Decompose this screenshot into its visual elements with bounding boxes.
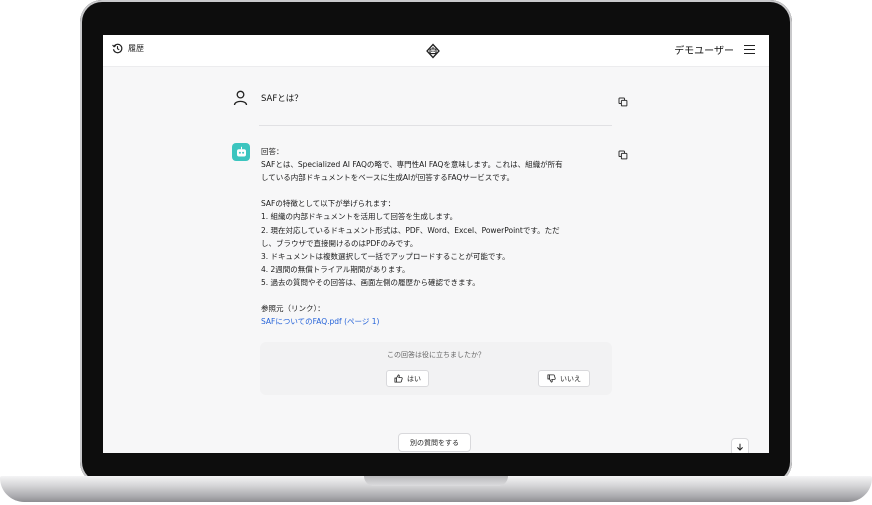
user-question: SAFとは？ xyxy=(261,94,303,104)
scroll-down-button[interactable] xyxy=(731,438,749,453)
history-label: 履歴 xyxy=(128,44,144,53)
bot-avatar xyxy=(232,143,250,161)
feedback-yes-label: はい xyxy=(407,374,421,383)
thumbs-down-icon xyxy=(547,374,556,383)
answer-line: 5. 過去の質問やその回答は、画面左側の履歴から確認できます。 xyxy=(261,277,480,287)
app-screen: 履歴 デモユーザー SAFとは？ 回答： SAFとは、Specialized A… xyxy=(103,35,769,453)
thumbs-up-icon xyxy=(394,374,403,383)
history-icon xyxy=(112,43,123,54)
history-button[interactable]: 履歴 xyxy=(112,43,144,54)
feedback-no-button[interactable]: いいえ xyxy=(538,370,590,387)
answer-line: 1. 組織の内部ドキュメントを活用して回答を生成します。 xyxy=(261,212,458,222)
feedback-panel: この回答は役に立ちましたか？ はい いいえ xyxy=(260,342,612,395)
robot-logo-icon xyxy=(426,43,440,59)
answer-line: 回答： xyxy=(261,147,284,156)
bot-icon xyxy=(236,146,246,156)
answer-line: し、ブラウザで直接開けるのはPDFのみです。 xyxy=(261,238,418,248)
message-divider xyxy=(259,125,612,126)
answer-blank-line xyxy=(261,289,621,302)
user-name[interactable]: デモユーザー xyxy=(674,42,734,57)
reference-link[interactable]: SAFについてのFAQ.pdf (ページ 1) xyxy=(261,315,621,328)
feedback-yes-button[interactable]: はい xyxy=(386,370,429,387)
reference-heading: 参照元（リンク）： xyxy=(261,304,325,314)
answer-line: 3. ドキュメントは複数選択して一括でアップロードすることが可能です。 xyxy=(261,251,510,261)
answer-line: している内部ドキュメントをベースに生成AIが回答するFAQサービスです。 xyxy=(261,173,515,183)
feedback-question: この回答は役に立ちましたか？ xyxy=(387,351,485,359)
hamburger-menu-icon[interactable] xyxy=(744,44,755,55)
answer-blank-line xyxy=(261,184,621,197)
answer-line: 2. 現在対応しているドキュメント形式は、PDF、Word、Excel、Powe… xyxy=(261,225,560,235)
bot-answer: 回答： SAFとは、Specialized AI FAQの略で、専門性AI FA… xyxy=(261,145,621,328)
answer-line: SAFとは、Specialized AI FAQの略で、専門性AI FAQを意味… xyxy=(261,160,563,170)
arrow-down-icon xyxy=(737,443,743,451)
app-logo xyxy=(425,43,441,63)
user-menu: デモユーザー xyxy=(674,42,755,57)
answer-line: 4. 2週間の無償トライアル期間があります。 xyxy=(261,264,410,274)
answer-line: SAFの特徴として以下が挙げられます： xyxy=(261,199,396,209)
user-avatar xyxy=(232,89,249,106)
header-bar: 履歴 デモユーザー xyxy=(103,35,769,67)
user-icon xyxy=(233,90,248,106)
laptop-notch xyxy=(364,476,508,486)
copy-question-icon[interactable] xyxy=(618,92,628,107)
feedback-no-label: いいえ xyxy=(560,374,581,383)
another-question-button[interactable]: 別の質問をする xyxy=(398,433,471,452)
